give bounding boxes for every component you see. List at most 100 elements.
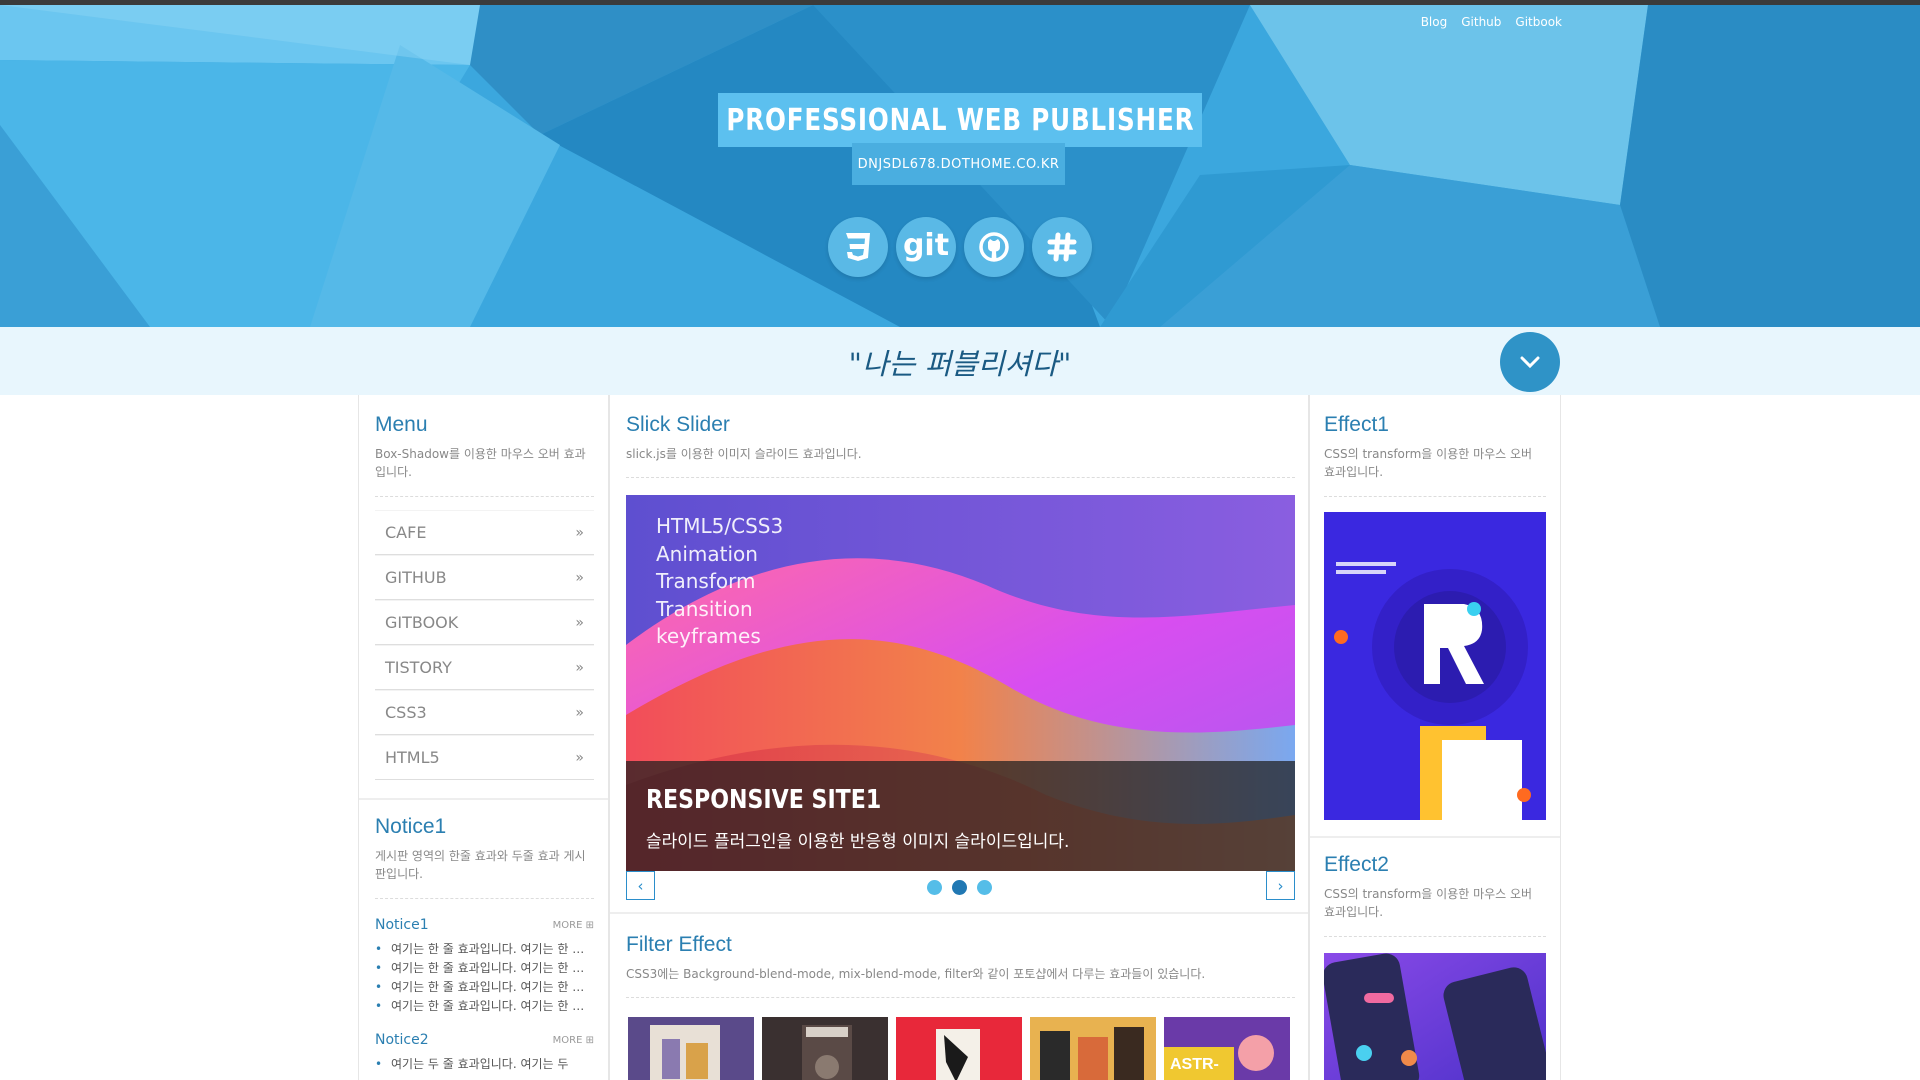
menu-title: Menu (375, 413, 428, 436)
slide-line: Transition (656, 596, 753, 621)
middle-column: Slick Slider slick.js를 이용한 이미지 슬라이드 효과입니… (609, 395, 1309, 1080)
menu-item-tistory[interactable]: TISTORY » (375, 645, 594, 690)
slick-desc: slick.js를 이용한 이미지 슬라이드 효과입니다. (626, 447, 862, 461)
chevron-left-icon: ‹ (637, 876, 644, 895)
filter-title: Filter Effect (626, 933, 732, 956)
slide-line: Transform (656, 569, 756, 593)
filter-thumb[interactable] (628, 1017, 754, 1080)
notice-item[interactable]: 여기는 한 줄 효과입니다. 여기는 한 줄 효과입니다. (375, 940, 594, 959)
effect1-desc: CSS의 transform을 이용한 마우스 오버 효과입니다. (1324, 447, 1533, 479)
notice-title: Notice1 (375, 815, 447, 838)
effect1-title: Effect1 (1324, 413, 1389, 436)
chevron-down-icon (1520, 356, 1540, 369)
notice1-header: Notice1 MORE ⊞ (375, 917, 594, 933)
slide-line: HTML5/CSS3 (656, 514, 784, 538)
notice-item[interactable]: 여기는 한 줄 효과입니다. 여기는 한 줄 효과입니다. (375, 959, 594, 978)
menu-item-css3[interactable]: CSS3 » (375, 690, 594, 735)
menu-item-cafe[interactable]: CAFE » (375, 510, 594, 555)
menu-item-label: GITBOOK (385, 613, 459, 632)
section-separator (610, 912, 1308, 914)
slick-section: Slick Slider slick.js를 이용한 이미지 슬라이드 효과입니… (626, 413, 1295, 478)
right-column: Effect1 CSS의 transform을 이용한 마우스 오버 효과입니다… (1309, 395, 1561, 1080)
slide-tech-list: HTML5/CSS3 Animation Transform Transitio… (656, 513, 783, 651)
site-title-text: PROFESSIONAL WEB PUBLISHER (726, 102, 1194, 138)
slider-dots (927, 880, 992, 895)
notice2-name[interactable]: Notice2 (375, 1032, 429, 1048)
double-chevron-right-icon: » (575, 524, 584, 541)
notice-item[interactable]: 여기는 한 줄 효과입니다. 여기는 한 줄 효과입니다. (375, 978, 594, 997)
left-column: Menu Box-Shadow를 이용한 마우스 오버 효과입니다. CAFE »… (358, 395, 609, 1080)
top-link-gitbook[interactable]: Gitbook (1515, 15, 1562, 29)
notice1-more-link[interactable]: MORE ⊞ (553, 920, 594, 931)
slide-desc: 슬라이드 플러그인을 이용한 반응형 이미지 슬라이드입니다. (646, 832, 1070, 852)
menu-item-label: CSS3 (385, 703, 427, 722)
effect2-section: Effect2 CSS의 transform을 이용한 마우스 오버 효과입니다… (1324, 853, 1546, 937)
menu-item-github[interactable]: GITHUB » (375, 555, 594, 600)
filter-divider (626, 997, 1295, 998)
menu-item-html5[interactable]: HTML5 » (375, 735, 594, 780)
git-icon[interactable]: git (896, 217, 956, 277)
section-separator (359, 798, 608, 800)
notice1-list: 여기는 한 줄 효과입니다. 여기는 한 줄 효과입니다. 여기는 한 줄 효과… (375, 940, 594, 1016)
hero-header: Blog Github Gitbook PROFESSIONAL WEB PUB… (0, 0, 1920, 327)
top-link-github[interactable]: Github (1461, 15, 1501, 29)
double-chevron-right-icon: » (575, 704, 584, 721)
slider-dot[interactable] (977, 880, 992, 895)
effect1-image[interactable] (1324, 512, 1546, 820)
menu-item-label: CAFE (385, 523, 427, 542)
more-label: MORE (552, 1034, 583, 1046)
notice-section: Notice1 게시판 영역의 한줄 효과와 두줄 효과 게시판입니다. Not… (375, 815, 594, 1074)
svg-text:ASTR-: ASTR- (1170, 1056, 1219, 1073)
filter-thumb[interactable] (762, 1017, 888, 1080)
menu-section: Menu Box-Shadow를 이용한 마우스 오버 효과입니다. CAFE »… (375, 413, 594, 780)
notice-desc: 게시판 영역의 한줄 효과와 두줄 효과 게시판입니다. (375, 849, 586, 881)
slider-dot-active[interactable] (952, 880, 967, 895)
menu-item-label: TISTORY (385, 658, 452, 677)
effect2-image[interactable] (1324, 953, 1546, 1080)
effect1-section: Effect1 CSS의 transform을 이용한 마우스 오버 효과입니다… (1324, 413, 1546, 497)
double-chevron-right-icon: » (575, 659, 584, 676)
filter-thumb[interactable] (1030, 1017, 1156, 1080)
effect2-desc: CSS의 transform을 이용한 마우스 오버 효과입니다. (1324, 887, 1533, 919)
slide-line: keyframes (656, 624, 761, 648)
notice-item[interactable]: 여기는 두 줄 효과입니다. 여기는 두 (375, 1055, 594, 1074)
slider-prev-button[interactable]: ‹ (626, 871, 655, 900)
double-chevron-right-icon: » (575, 749, 584, 766)
image-slider[interactable]: HTML5/CSS3 Animation Transform Transitio… (626, 495, 1295, 871)
section-separator (1310, 836, 1560, 838)
slick-divider (626, 477, 1295, 478)
effect1-divider (1324, 496, 1546, 497)
top-link-blog[interactable]: Blog (1421, 15, 1448, 29)
notice-divider (375, 898, 594, 899)
slider-nav: ‹ › (626, 871, 1295, 901)
menu-divider (375, 496, 594, 497)
github-icon[interactable] (964, 217, 1024, 277)
slider-dot[interactable] (927, 880, 942, 895)
menu-item-gitbook[interactable]: GITBOOK » (375, 600, 594, 645)
double-chevron-right-icon: » (575, 614, 584, 631)
notice2-list: 여기는 두 줄 효과입니다. 여기는 두 (375, 1055, 594, 1074)
filter-thumbnails: ASTR- (628, 1017, 1290, 1080)
effect2-title: Effect2 (1324, 853, 1389, 876)
notice1-name[interactable]: Notice1 (375, 917, 429, 933)
plus-box-icon: ⊞ (585, 1034, 594, 1046)
notice2-more-link[interactable]: MORE ⊞ (553, 1035, 594, 1046)
slick-title: Slick Slider (626, 413, 730, 436)
menu-desc: Box-Shadow를 이용한 마우스 오버 효과입니다. (375, 447, 586, 479)
filter-section: Filter Effect CSS3에는 Background-blend-mo… (626, 933, 1295, 998)
chevron-right-icon: › (1277, 876, 1284, 895)
notice-item[interactable]: 여기는 한 줄 효과입니다. 여기는 한 줄 효과입니다. (375, 997, 594, 1016)
slide-title: RESPONSIVE SITE1 (646, 785, 882, 815)
site-domain: DNJSDL678.DOTHOME.CO.KR (852, 143, 1065, 185)
site-domain-text: DNJSDL678.DOTHOME.CO.KR (857, 156, 1060, 172)
top-links: Blog Github Gitbook (1421, 15, 1562, 29)
slider-next-button[interactable]: › (1266, 871, 1295, 900)
css3-icon[interactable] (828, 217, 888, 277)
more-label: MORE (552, 919, 583, 931)
filter-thumb[interactable] (896, 1017, 1022, 1080)
slack-icon[interactable] (1032, 217, 1092, 277)
menu-item-label: HTML5 (385, 748, 440, 767)
scroll-down-button[interactable] (1500, 332, 1560, 392)
filter-thumb[interactable]: ASTR- (1164, 1017, 1290, 1080)
filter-desc: CSS3에는 Background-blend-mode, mix-blend-… (626, 967, 1206, 981)
